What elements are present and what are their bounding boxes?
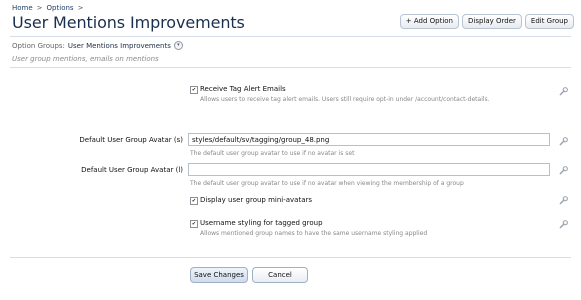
username-styling-checkbox[interactable]: ✔ bbox=[190, 220, 198, 228]
wrench-icon[interactable] bbox=[559, 137, 568, 146]
mini-avatars-label[interactable]: Display user group mini-avatars bbox=[200, 196, 312, 204]
option-groups-selector: Option Groups: User Mentions Improvement… bbox=[12, 41, 183, 50]
top-toolbar: + Add Option Display Order Edit Group bbox=[399, 14, 574, 29]
mini-avatars-checkbox[interactable]: ✔ bbox=[190, 197, 198, 205]
wrench-icon[interactable] bbox=[559, 166, 568, 175]
option-groups-value[interactable]: User Mentions Improvements bbox=[68, 42, 171, 50]
edit-group-button[interactable]: Edit Group bbox=[524, 14, 574, 29]
divider bbox=[10, 257, 571, 258]
divider bbox=[10, 36, 571, 37]
page-description: User group mentions, emails on mentions bbox=[12, 55, 159, 63]
receive-tag-alert-label[interactable]: Receive Tag Alert Emails bbox=[200, 85, 286, 93]
chevron-down-icon[interactable]: ▾ bbox=[173, 41, 183, 50]
breadcrumb-home-link[interactable]: Home bbox=[12, 4, 33, 12]
divider bbox=[10, 67, 571, 68]
avatar-s-input[interactable]: styles/default/sv/tagging/group_48.png bbox=[188, 133, 550, 146]
wrench-icon[interactable] bbox=[559, 87, 568, 96]
breadcrumb-separator: > bbox=[77, 4, 84, 12]
save-changes-button[interactable]: Save Changes bbox=[190, 267, 248, 283]
breadcrumb-separator: > bbox=[36, 4, 43, 12]
cancel-button[interactable]: Cancel bbox=[252, 267, 308, 283]
avatar-s-label: Default User Group Avatar (s) bbox=[79, 136, 183, 144]
add-option-button[interactable]: + Add Option bbox=[399, 14, 459, 29]
breadcrumb-options-link[interactable]: Options bbox=[47, 4, 74, 12]
option-groups-label: Option Groups: bbox=[12, 41, 65, 50]
wrench-icon[interactable] bbox=[559, 220, 568, 229]
receive-tag-alert-explain: Allows users to receive tag alert emails… bbox=[200, 96, 490, 103]
username-styling-label[interactable]: Username styling for tagged group bbox=[200, 219, 323, 227]
page-title: User Mentions Improvements bbox=[12, 13, 245, 32]
avatar-l-input[interactable] bbox=[188, 163, 550, 176]
username-styling-explain: Allows mentioned group names to have the… bbox=[200, 230, 428, 237]
receive-tag-alert-checkbox[interactable]: ✔ bbox=[190, 86, 198, 94]
avatar-l-label: Default User Group Avatar (l) bbox=[81, 166, 183, 174]
avatar-l-explain: The default user group avatar to use if … bbox=[190, 180, 464, 187]
wrench-icon[interactable] bbox=[559, 196, 568, 205]
avatar-s-explain: The default user group avatar to use if … bbox=[190, 150, 355, 157]
display-order-button[interactable]: Display Order bbox=[461, 14, 522, 29]
breadcrumb: Home > Options > bbox=[12, 4, 83, 12]
